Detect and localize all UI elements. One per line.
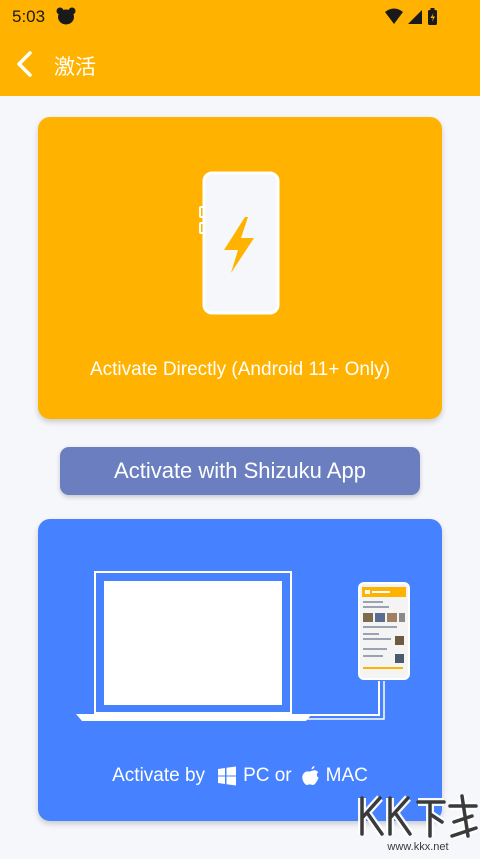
windows-icon bbox=[218, 766, 237, 786]
activate-by-pc-label: Activate by PC or MAC bbox=[38, 763, 442, 789]
bear-icon bbox=[56, 7, 76, 25]
activate-shizuku-button[interactable]: Activate with Shizuku App bbox=[60, 447, 420, 495]
system-status-icons bbox=[385, 8, 437, 25]
laptop-phone-illustration bbox=[76, 571, 410, 721]
page-title: 激活 bbox=[54, 55, 96, 79]
mac-text: MAC bbox=[325, 765, 368, 786]
phone-illustration bbox=[199, 171, 280, 315]
pc-or-text: PC or bbox=[243, 765, 292, 786]
signal-icon bbox=[408, 10, 422, 24]
activate-directly-card[interactable]: Activate Directly (Android 11+ Only) bbox=[38, 117, 442, 419]
wifi-icon bbox=[385, 8, 403, 24]
kk-watermark: www.kkx.net bbox=[358, 792, 480, 854]
battery-icon bbox=[428, 8, 437, 25]
activate-by-pc-card[interactable]: Activate by PC or MAC bbox=[38, 519, 442, 821]
activate-by-text: Activate by bbox=[112, 765, 206, 786]
status-time: 5:03 bbox=[12, 7, 46, 26]
activate-directly-label: Activate Directly (Android 11+ Only) bbox=[89, 359, 391, 380]
status-bar: 5:03 bbox=[0, 0, 480, 32]
back-arrow-icon[interactable] bbox=[10, 48, 42, 80]
watermark-url: www.kkx.net bbox=[386, 841, 448, 853]
apple-icon bbox=[301, 766, 319, 785]
app-bar: 激活 bbox=[0, 32, 480, 96]
